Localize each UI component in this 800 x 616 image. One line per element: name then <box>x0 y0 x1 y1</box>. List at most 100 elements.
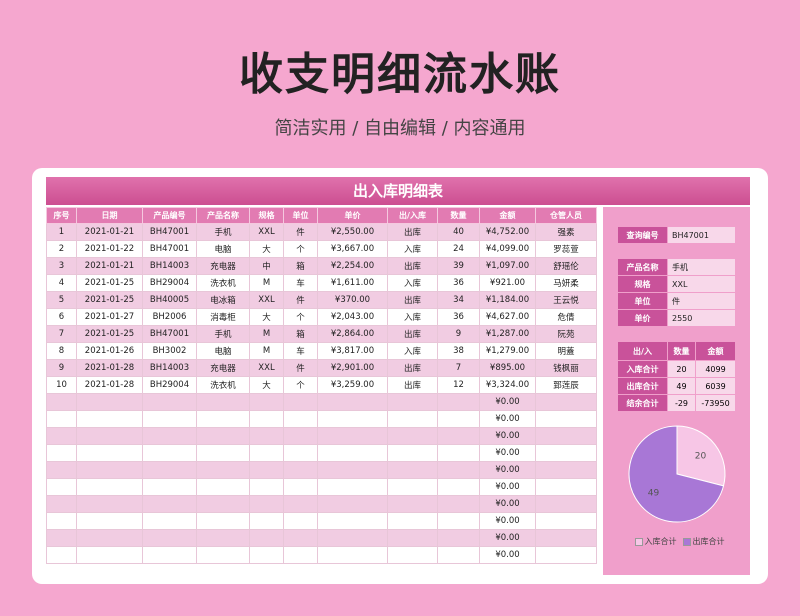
table-cell[interactable] <box>76 495 143 513</box>
table-cell[interactable] <box>46 478 77 496</box>
query-input[interactable]: BH47001 <box>667 226 736 244</box>
table-cell[interactable]: ¥0.00 <box>479 529 536 547</box>
table-cell[interactable] <box>46 393 77 411</box>
table-cell[interactable] <box>196 512 250 530</box>
table-cell[interactable]: 2021-01-27 <box>76 308 143 326</box>
table-cell[interactable]: M <box>249 325 284 343</box>
table-cell[interactable]: 9 <box>46 359 77 377</box>
table-cell[interactable]: 危倩 <box>535 308 597 326</box>
table-cell[interactable] <box>196 410 250 428</box>
table-cell[interactable]: 强素 <box>535 223 597 241</box>
table-cell[interactable] <box>142 512 197 530</box>
table-cell[interactable]: 手机 <box>196 325 250 343</box>
table-cell[interactable] <box>249 461 284 479</box>
table-cell[interactable] <box>283 495 318 513</box>
table-cell[interactable]: ¥2,864.00 <box>317 325 388 343</box>
table-cell[interactable] <box>46 461 77 479</box>
table-cell[interactable] <box>76 546 143 564</box>
table-cell[interactable]: 出库 <box>387 291 438 309</box>
table-cell[interactable]: ¥3,817.00 <box>317 342 388 360</box>
table-cell[interactable]: 出库 <box>387 223 438 241</box>
table-cell[interactable]: ¥2,550.00 <box>317 223 388 241</box>
table-cell[interactable]: 电脑 <box>196 342 250 360</box>
table-cell[interactable]: 手机 <box>196 223 250 241</box>
table-cell[interactable]: ¥4,752.00 <box>479 223 536 241</box>
table-cell[interactable] <box>283 393 318 411</box>
table-cell[interactable] <box>317 393 388 411</box>
table-cell[interactable]: ¥370.00 <box>317 291 388 309</box>
table-cell[interactable] <box>535 478 597 496</box>
table-cell[interactable] <box>283 529 318 547</box>
table-cell[interactable]: 2021-01-26 <box>76 342 143 360</box>
table-cell[interactable] <box>76 444 143 462</box>
table-cell[interactable]: 洗衣机 <box>196 376 250 394</box>
table-cell[interactable]: M <box>249 342 284 360</box>
table-cell[interactable]: ¥0.00 <box>479 444 536 462</box>
table-cell[interactable]: 入库 <box>387 240 438 258</box>
table-cell[interactable]: 王云悦 <box>535 291 597 309</box>
table-cell[interactable]: 4 <box>46 274 77 292</box>
table-cell[interactable]: ¥2,254.00 <box>317 257 388 275</box>
table-cell[interactable]: 2 <box>46 240 77 258</box>
table-cell[interactable]: 出库 <box>387 257 438 275</box>
table-cell[interactable]: 3 <box>46 257 77 275</box>
table-cell[interactable] <box>196 529 250 547</box>
table-cell[interactable] <box>76 478 143 496</box>
table-cell[interactable] <box>317 444 388 462</box>
table-cell[interactable] <box>317 546 388 564</box>
table-cell[interactable] <box>196 495 250 513</box>
table-cell[interactable]: 34 <box>437 291 480 309</box>
table-cell[interactable] <box>387 546 438 564</box>
table-cell[interactable] <box>196 427 250 445</box>
table-cell[interactable]: 2021-01-21 <box>76 257 143 275</box>
table-cell[interactable] <box>76 393 143 411</box>
table-cell[interactable] <box>249 546 284 564</box>
table-cell[interactable]: 2021-01-25 <box>76 291 143 309</box>
table-cell[interactable]: M <box>249 274 284 292</box>
table-cell[interactable]: ¥921.00 <box>479 274 536 292</box>
table-cell[interactable] <box>249 427 284 445</box>
table-cell[interactable] <box>317 461 388 479</box>
table-cell[interactable] <box>387 427 438 445</box>
table-cell[interactable] <box>196 393 250 411</box>
table-cell[interactable]: 2021-01-22 <box>76 240 143 258</box>
table-cell[interactable]: 36 <box>437 274 480 292</box>
table-cell[interactable]: ¥3,324.00 <box>479 376 536 394</box>
table-cell[interactable]: ¥4,627.00 <box>479 308 536 326</box>
table-cell[interactable] <box>437 461 480 479</box>
table-cell[interactable]: 大 <box>249 240 284 258</box>
table-cell[interactable] <box>46 427 77 445</box>
table-cell[interactable]: 充电器 <box>196 257 250 275</box>
table-cell[interactable] <box>46 410 77 428</box>
table-cell[interactable] <box>535 495 597 513</box>
table-cell[interactable]: 阮苑 <box>535 325 597 343</box>
table-cell[interactable] <box>283 461 318 479</box>
table-cell[interactable]: ¥3,259.00 <box>317 376 388 394</box>
table-cell[interactable] <box>317 529 388 547</box>
table-cell[interactable] <box>317 495 388 513</box>
table-cell[interactable]: 个 <box>283 376 318 394</box>
table-cell[interactable] <box>142 461 197 479</box>
table-cell[interactable] <box>249 512 284 530</box>
table-cell[interactable] <box>317 512 388 530</box>
table-cell[interactable] <box>535 427 597 445</box>
table-cell[interactable] <box>76 427 143 445</box>
table-cell[interactable] <box>46 546 77 564</box>
table-cell[interactable]: ¥0.00 <box>479 495 536 513</box>
table-cell[interactable]: ¥2,043.00 <box>317 308 388 326</box>
table-cell[interactable] <box>283 478 318 496</box>
table-cell[interactable]: ¥4,099.00 <box>479 240 536 258</box>
table-cell[interactable] <box>437 529 480 547</box>
table-cell[interactable] <box>437 427 480 445</box>
table-cell[interactable] <box>283 444 318 462</box>
table-cell[interactable]: 2021-01-25 <box>76 274 143 292</box>
table-cell[interactable] <box>535 444 597 462</box>
table-cell[interactable]: 箱 <box>283 257 318 275</box>
table-cell[interactable]: ¥2,901.00 <box>317 359 388 377</box>
table-cell[interactable] <box>437 444 480 462</box>
table-cell[interactable] <box>387 478 438 496</box>
table-cell[interactable]: 5 <box>46 291 77 309</box>
table-cell[interactable] <box>387 461 438 479</box>
table-cell[interactable] <box>535 546 597 564</box>
table-cell[interactable]: XXL <box>249 291 284 309</box>
